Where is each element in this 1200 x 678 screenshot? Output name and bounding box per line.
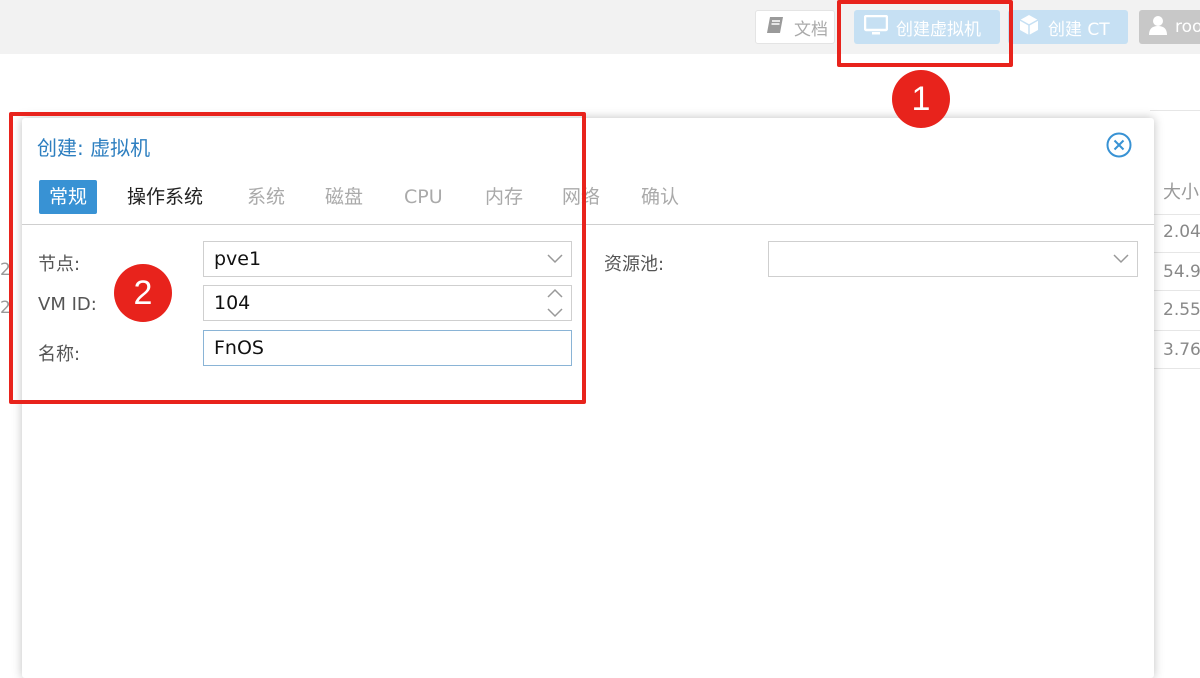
grid-cell: 54.9 <box>1163 262 1200 282</box>
highlight-box-create-vm <box>837 0 1013 67</box>
close-icon[interactable] <box>1106 132 1132 158</box>
book-icon <box>766 16 786 39</box>
grid-divider <box>1150 214 1200 215</box>
cube-icon <box>1018 14 1040 41</box>
grid-divider <box>1150 290 1200 291</box>
user-icon <box>1149 15 1167 40</box>
pool-select[interactable] <box>768 241 1138 277</box>
step-badge-2: 2 <box>114 264 172 322</box>
grid-column-header-size[interactable]: 大小 <box>1163 178 1199 204</box>
chevron-down-icon[interactable] <box>1113 242 1129 276</box>
grid-divider <box>1150 368 1200 369</box>
docs-button-label: 文档 <box>794 19 828 40</box>
top-toolbar: 文档 创建虚拟机 创建 CT roo <box>0 0 1200 54</box>
grid-divider <box>1150 252 1200 253</box>
grid-divider <box>1150 110 1200 111</box>
grid-cell: 2.04 <box>1163 222 1200 242</box>
step-badge-1: 1 <box>892 70 950 128</box>
create-ct-button[interactable]: 创建 CT <box>1008 10 1128 44</box>
grid-cell: 3.76 <box>1163 340 1200 360</box>
highlight-box-general-tab <box>9 112 586 404</box>
tab-confirm[interactable]: 确认 <box>631 180 689 214</box>
grid-cell: 2.55 <box>1163 300 1200 320</box>
pool-label: 资源池: <box>604 254 665 275</box>
grid-divider <box>1150 330 1200 331</box>
user-menu-label: roo <box>1175 17 1200 37</box>
docs-button[interactable]: 文档 <box>755 10 835 44</box>
user-menu-button[interactable]: roo <box>1139 10 1200 44</box>
create-ct-button-label: 创建 CT <box>1048 19 1110 40</box>
